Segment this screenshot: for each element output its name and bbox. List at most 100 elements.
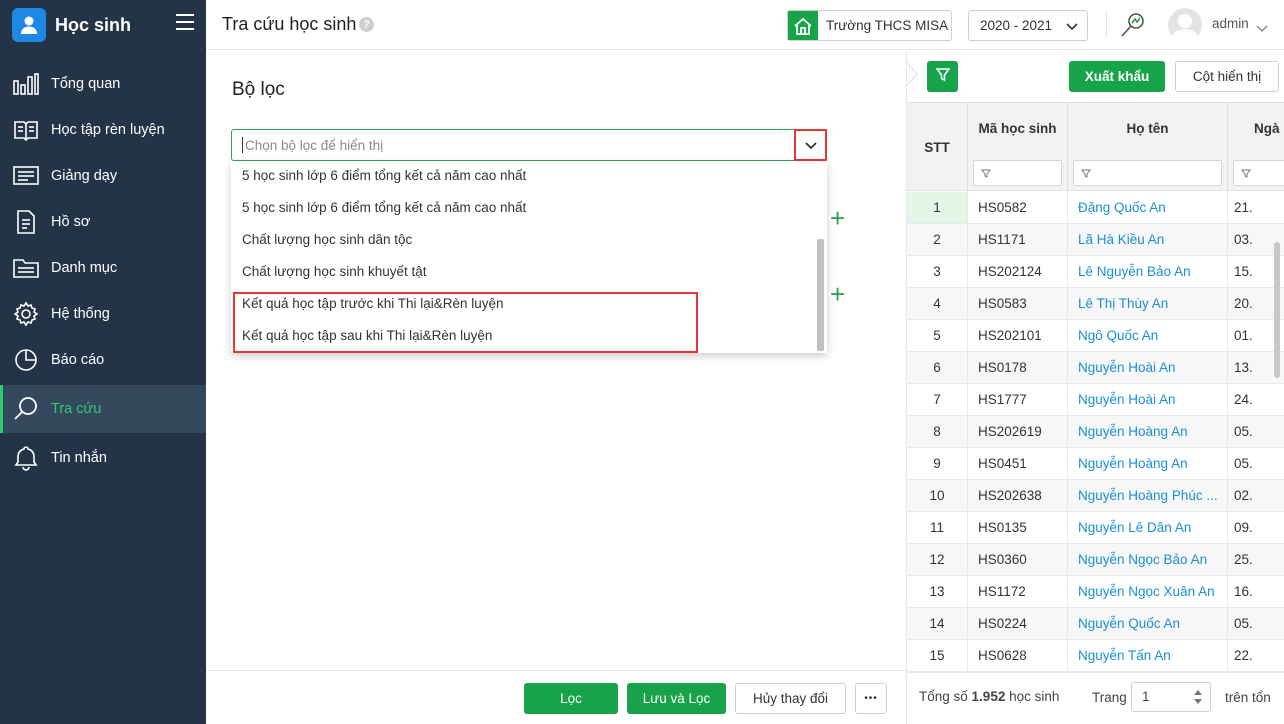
table-row[interactable]: 7 HS1777 Nguyễn Hoài An 24.: [907, 384, 1284, 416]
student-name-link[interactable]: Lê Nguyễn Bảo An: [1068, 256, 1228, 287]
more-options-button[interactable]: •••: [855, 683, 887, 714]
chevron-down-icon[interactable]: [1256, 20, 1268, 36]
dropdown-option[interactable]: 5 học sinh lớp 6 điểm tổng kết cả năm ca…: [242, 168, 526, 183]
sidebar-item-tin-nhan[interactable]: Tin nhắn: [0, 435, 206, 481]
sidebar-item-bao-cao[interactable]: Báo cáo: [0, 337, 206, 383]
dropdown-option[interactable]: 5 học sinh lớp 6 điểm tổng kết cả năm ca…: [242, 200, 526, 215]
filter-select-input[interactable]: Chọn bộ lọc để hiển thị: [231, 129, 827, 161]
table-row[interactable]: 10 HS202638 Nguyễn Hoàng Phúc ... 02.: [907, 480, 1284, 512]
student-name-link[interactable]: Nguyễn Ngọc Bảo An: [1068, 544, 1228, 575]
column-header-ho-ten[interactable]: Họ tên: [1068, 103, 1228, 192]
table-row[interactable]: 8 HS202619 Nguyễn Hoàng An 05.: [907, 416, 1284, 448]
cell-ma: HS0178: [968, 352, 1068, 383]
student-name-link[interactable]: Nguyễn Hoàng Phúc ...: [1068, 480, 1228, 511]
table-row[interactable]: 1 HS0582 Đặng Quốc An 21.: [907, 192, 1284, 224]
app-logo-icon: [12, 8, 46, 42]
filter-dropdown-toggle[interactable]: [794, 129, 827, 161]
cell-ma: HS0135: [968, 512, 1068, 543]
column-header-ngay[interactable]: Ngà: [1228, 103, 1284, 192]
cell-ma: HS1172: [968, 576, 1068, 607]
sidebar-item-hoc-tap-ren-luyen[interactable]: Học tập rèn luyện: [0, 107, 206, 153]
table-row[interactable]: 9 HS0451 Nguyễn Hoàng An 05.: [907, 448, 1284, 480]
help-icon[interactable]: ?: [359, 17, 374, 32]
home-icon: [788, 11, 818, 40]
cell-date: 16.: [1234, 584, 1253, 599]
dropdown-scrollbar[interactable]: [817, 239, 824, 351]
cell-date: 09.: [1234, 520, 1253, 535]
students-table: STT Mã học sinh Họ tên Ngà 1 HS0582 Đặng…: [907, 102, 1284, 672]
filter-button[interactable]: Lọc: [524, 683, 618, 714]
sidebar-item-giang-day[interactable]: Giảng dạy: [0, 153, 206, 199]
sidebar-item-he-thong[interactable]: Hệ thống: [0, 291, 206, 337]
column-label: Mã học sinh: [978, 121, 1057, 136]
page-title: Tra cứu học sinh: [222, 14, 357, 34]
page-number-input[interactable]: 1: [1131, 682, 1211, 712]
column-header-stt[interactable]: STT: [907, 103, 968, 192]
school-year-select[interactable]: 2020 - 2021: [968, 10, 1088, 41]
user-name[interactable]: admin: [1212, 16, 1249, 31]
cell-date: 05.: [1234, 424, 1253, 439]
column-filter-input[interactable]: [1073, 160, 1222, 186]
cell-date: 05.: [1234, 616, 1253, 631]
cell-stt: 12: [907, 544, 968, 575]
cell-ma: HS202638: [968, 480, 1068, 511]
cell-ma: HS0628: [968, 640, 1068, 671]
student-name-link[interactable]: Nguyễn Ngọc Xuân An: [1068, 576, 1228, 607]
filter-toggle-button[interactable]: [927, 61, 958, 92]
student-name-link[interactable]: Lê Thị Thùy An: [1068, 288, 1228, 319]
bell-icon: [12, 444, 40, 472]
cell-ma: HS202619: [968, 416, 1068, 447]
column-filter-input[interactable]: [973, 160, 1062, 186]
dropdown-option[interactable]: Chất lượng học sinh khuyết tật: [242, 264, 427, 279]
funnel-icon: [1081, 167, 1091, 182]
table-row[interactable]: 3 HS202124 Lê Nguyễn Bảo An 15.: [907, 256, 1284, 288]
topbar: Tra cứu học sinh ? Trường THCS MISA 2020…: [206, 0, 1284, 50]
save-and-filter-button[interactable]: Lưu và Lọc: [627, 683, 726, 714]
table-row[interactable]: 15 HS0628 Nguyễn Tấn An 22.: [907, 640, 1284, 672]
school-selector[interactable]: Trường THCS MISA: [787, 10, 952, 41]
avatar[interactable]: [1168, 8, 1202, 42]
add-icon[interactable]: +: [830, 281, 845, 307]
student-name-link[interactable]: Nguyễn Hoàng An: [1068, 416, 1228, 447]
page-total-label: trên tổn: [1225, 690, 1271, 705]
add-icon[interactable]: +: [830, 205, 845, 231]
table-row[interactable]: 6 HS0178 Nguyễn Hoài An 13.: [907, 352, 1284, 384]
table-row[interactable]: 14 HS0224 Nguyễn Quốc An 05.: [907, 608, 1284, 640]
sidebar-item-danh-muc[interactable]: Danh mục: [0, 245, 206, 291]
sidebar-item-tong-quan[interactable]: Tổng quan: [0, 61, 206, 107]
table-row[interactable]: 5 HS202101 Ngô Quốc An 01.: [907, 320, 1284, 352]
export-button[interactable]: Xuất khẩu: [1069, 61, 1165, 92]
student-name-link[interactable]: Nguyễn Quốc An: [1068, 608, 1228, 639]
student-name-link[interactable]: Nguyễn Tấn An: [1068, 640, 1228, 671]
column-header-ma[interactable]: Mã học sinh: [968, 103, 1068, 192]
student-name-link[interactable]: Nguyễn Lê Dân An: [1068, 512, 1228, 543]
student-name-link[interactable]: Đặng Quốc An: [1068, 192, 1228, 223]
student-name-link[interactable]: Nguyễn Hoài An: [1068, 384, 1228, 415]
gear-icon: [12, 300, 40, 328]
hamburger-menu-icon[interactable]: [176, 14, 194, 30]
sidebar-item-tra-cuu[interactable]: Tra cứu: [0, 385, 206, 433]
cell-ma: HS0582: [968, 192, 1068, 223]
table-row[interactable]: 11 HS0135 Nguyễn Lê Dân An 09.: [907, 512, 1284, 544]
column-filter-input[interactable]: [1233, 160, 1284, 186]
sidebar-item-label: Báo cáo: [51, 352, 105, 368]
dropdown-option[interactable]: Chất lượng học sinh dân tộc: [242, 232, 412, 247]
student-name-link[interactable]: Nguyễn Hoàng An: [1068, 448, 1228, 479]
student-name-link[interactable]: Lã Hà Kiều An: [1068, 224, 1228, 255]
cell-ma: HS0224: [968, 608, 1068, 639]
cancel-changes-button[interactable]: Hủy thay đổi: [735, 683, 846, 714]
spinner-icon[interactable]: [1192, 687, 1204, 717]
table-row[interactable]: 4 HS0583 Lê Thị Thùy An 20.: [907, 288, 1284, 320]
table-row[interactable]: 13 HS1172 Nguyễn Ngọc Xuân An 16.: [907, 576, 1284, 608]
sidebar-item-ho-so[interactable]: Hồ sơ: [0, 199, 206, 245]
collapse-arrow-icon[interactable]: [905, 61, 918, 89]
columns-button[interactable]: Cột hiển thị: [1175, 61, 1279, 92]
cell-stt: 11: [907, 512, 968, 543]
student-name-link[interactable]: Nguyễn Hoài An: [1068, 352, 1228, 383]
magic-wand-icon[interactable]: [1118, 10, 1148, 43]
student-name-link[interactable]: Ngô Quốc An: [1068, 320, 1228, 351]
table-row[interactable]: 12 HS0360 Nguyễn Ngọc Bảo An 25.: [907, 544, 1284, 576]
table-row[interactable]: 2 HS1171 Lã Hà Kiều An 03.: [907, 224, 1284, 256]
cell-stt: 13: [907, 576, 968, 607]
vertical-scrollbar[interactable]: [1274, 242, 1280, 378]
